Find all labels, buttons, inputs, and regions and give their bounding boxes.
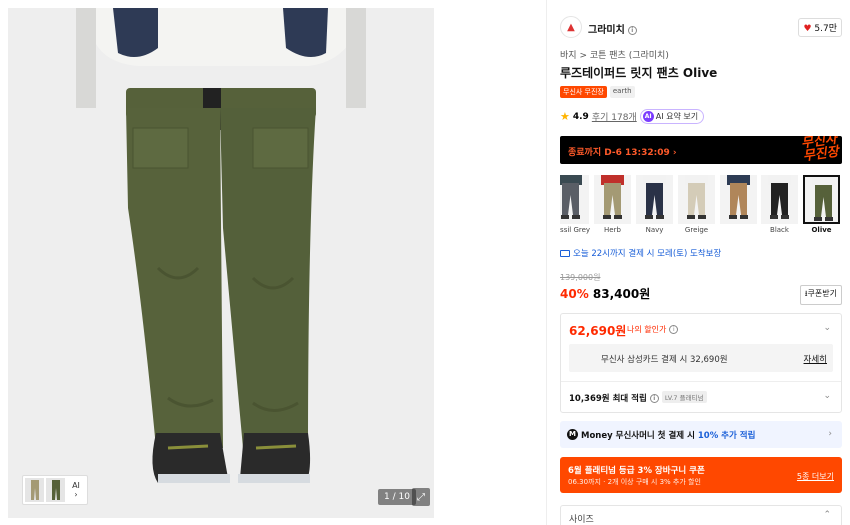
chevron-right-icon: >	[579, 51, 587, 61]
divider	[561, 381, 841, 382]
coupon-label: 쿠폰받기	[807, 289, 837, 298]
color-swatch-navy[interactable]	[636, 175, 673, 224]
product-title: 루즈테이퍼드 릿지 팬츠 Olive	[560, 66, 718, 80]
delivery-info: 오늘 22시까지 결제 시 모레(토) 도착보장	[560, 247, 721, 259]
product-tags: 무신사 무진장 earth	[560, 86, 635, 98]
logo-line-2: 무진장	[802, 144, 840, 164]
divider	[546, 0, 547, 525]
promo-more-link[interactable]: 5종 더보기	[797, 471, 834, 482]
chevron-down-icon[interactable]: ⌄	[823, 391, 831, 401]
color-swatch-brown[interactable]	[720, 175, 757, 224]
thumbnail-2[interactable]	[46, 478, 65, 502]
discount-rate: 40%	[560, 287, 589, 301]
breadcrumb: 바지 > 코튼 팬츠 (그라미치)	[560, 48, 669, 61]
like-count: 5.7만	[814, 24, 837, 34]
color-label: Greige	[684, 226, 709, 234]
my-price-box: 62,690원 나의 할인가 i ⌄ 무신사 삼성카드 결제 시 32,690원 …	[560, 313, 842, 413]
chevron-right-icon: ›	[828, 429, 832, 439]
rating-score: 4.9	[572, 111, 589, 122]
points-text: 10,369원 최대 적립	[569, 394, 647, 404]
star-icon: ★	[560, 110, 570, 123]
breadcrumb-item-pants[interactable]: 바지	[560, 51, 577, 61]
brand-row: ▲ 그라미치 i ♥ 5.7만	[560, 16, 842, 38]
info-icon[interactable]: i	[627, 26, 637, 35]
size-selector[interactable]: 사이즈 ⌃	[560, 505, 842, 525]
product-image[interactable]: AI › 1 / 10 ⤢	[8, 8, 434, 518]
image-counter: 1 / 10	[378, 489, 416, 505]
thumbnail-1[interactable]	[25, 478, 44, 502]
ai-label: AI	[72, 481, 80, 490]
money-icon: M	[567, 429, 578, 440]
color-label: Navy	[645, 226, 664, 234]
price-row: 40% 83,400원	[560, 285, 650, 302]
mujinjang-logo: 무신사 무진장	[800, 136, 840, 164]
brand-name-text: 그라미치	[588, 25, 625, 36]
card-discount-row: 무신사 삼성카드 결제 시 32,690원 자세히	[569, 344, 833, 372]
money-brand: Money	[581, 431, 613, 441]
delivery-text: 오늘 22시까지 결제 시 모레(토) 도착보장	[573, 249, 722, 259]
my-price-label: 나의 할인가 i	[627, 324, 679, 335]
level-badge: LV.7 플래티넘	[661, 391, 707, 403]
color-label: Olive	[811, 226, 832, 234]
ai-summary-label: AI 요약 보기	[655, 112, 699, 121]
size-label: 사이즈	[569, 515, 594, 525]
brand-logo[interactable]: ▲	[560, 16, 582, 38]
like-button[interactable]: ♥ 5.7만	[798, 18, 842, 37]
truck-icon	[560, 250, 570, 257]
product-page: AI › 1 / 10 ⤢ ▲ 그라미치 i ♥ 5.7만 바지 > 코튼 팬츠 (…	[0, 0, 850, 525]
coupon-button[interactable]: ⭳쿠폰받기	[799, 285, 842, 305]
expand-icon[interactable]: ⤢	[412, 488, 430, 506]
points-row: 10,369원 최대 적립 i LV.7 플래티넘	[569, 391, 707, 404]
color-swatch-black[interactable]	[761, 175, 798, 224]
card-discount-text: 무신사 삼성카드 결제 시 32,690원	[601, 355, 728, 365]
my-price-label-text: 나의 할인가	[627, 325, 667, 334]
review-link[interactable]: 후기 178개	[592, 110, 637, 123]
color-label: Herb	[604, 226, 621, 234]
brand-name[interactable]: 그라미치 i	[588, 21, 637, 36]
timer-banner[interactable]: 종료까지 D-6 13:32:09 › 무신사 무진장	[560, 136, 842, 164]
tag-earth: earth	[609, 86, 635, 98]
color-swatch-olive[interactable]	[803, 175, 840, 224]
promo-subtitle: 06.30까지 · 2개 이상 구매 시 3% 추가 할인	[568, 478, 701, 486]
money-highlight: 10% 추가 적립	[697, 431, 756, 441]
tag-musinsa-mujinjang: 무신사 무진장	[560, 86, 607, 98]
promo-title: 6월 플래티넘 등급 3% 장바구니 쿠폰	[568, 466, 705, 476]
chevron-right-icon: ›	[74, 490, 78, 499]
card-detail-link[interactable]: 자세히	[804, 353, 827, 365]
money-desc: 무신사머니 첫 결제 시	[615, 431, 695, 441]
color-label: Black	[770, 226, 789, 234]
money-promo[interactable]: M Money 무신사머니 첫 결제 시 10% 추가 적립 ›	[560, 421, 842, 448]
rating-row: ★ 4.9 후기 178개 AI AI 요약 보기	[560, 109, 705, 124]
coupon-promo-banner[interactable]: 6월 플래티넘 등급 3% 장바구니 쿠폰 06.30까지 · 2개 이상 구매…	[560, 457, 842, 493]
pants-photo	[8, 8, 434, 518]
chevron-up-icon: ⌃	[823, 510, 831, 520]
color-swatch-fossil-grey[interactable]	[560, 175, 589, 224]
sale-price: 83,400원	[592, 287, 651, 301]
color-label: Fossil Grey	[560, 226, 591, 234]
color-swatch-greige[interactable]	[678, 175, 715, 224]
ai-icon: AI	[642, 111, 654, 122]
money-text: Money 무신사머니 첫 결제 시 10% 추가 적립	[581, 429, 755, 441]
countdown-text: 종료까지 D-6 13:32:09 ›	[568, 148, 677, 158]
my-price-value: 62,690원	[569, 324, 627, 338]
thumbnail-strip[interactable]: AI ›	[22, 475, 88, 505]
color-options: Fossil Grey Herb Navy Greige Black Olive	[560, 175, 842, 237]
ai-thumbnail[interactable]: AI ›	[67, 478, 85, 502]
info-icon[interactable]: i	[649, 394, 659, 403]
heart-icon: ♥	[803, 24, 812, 34]
original-price: 139,000원	[560, 273, 601, 282]
info-icon[interactable]: i	[669, 325, 679, 334]
ai-summary-button[interactable]: AI AI 요약 보기	[639, 109, 705, 124]
chevron-down-icon[interactable]: ⌄	[823, 323, 831, 333]
color-swatch-herb[interactable]	[594, 175, 631, 224]
breadcrumb-item-cotton-pants[interactable]: 코튼 팬츠 (그라미치)	[590, 51, 669, 61]
